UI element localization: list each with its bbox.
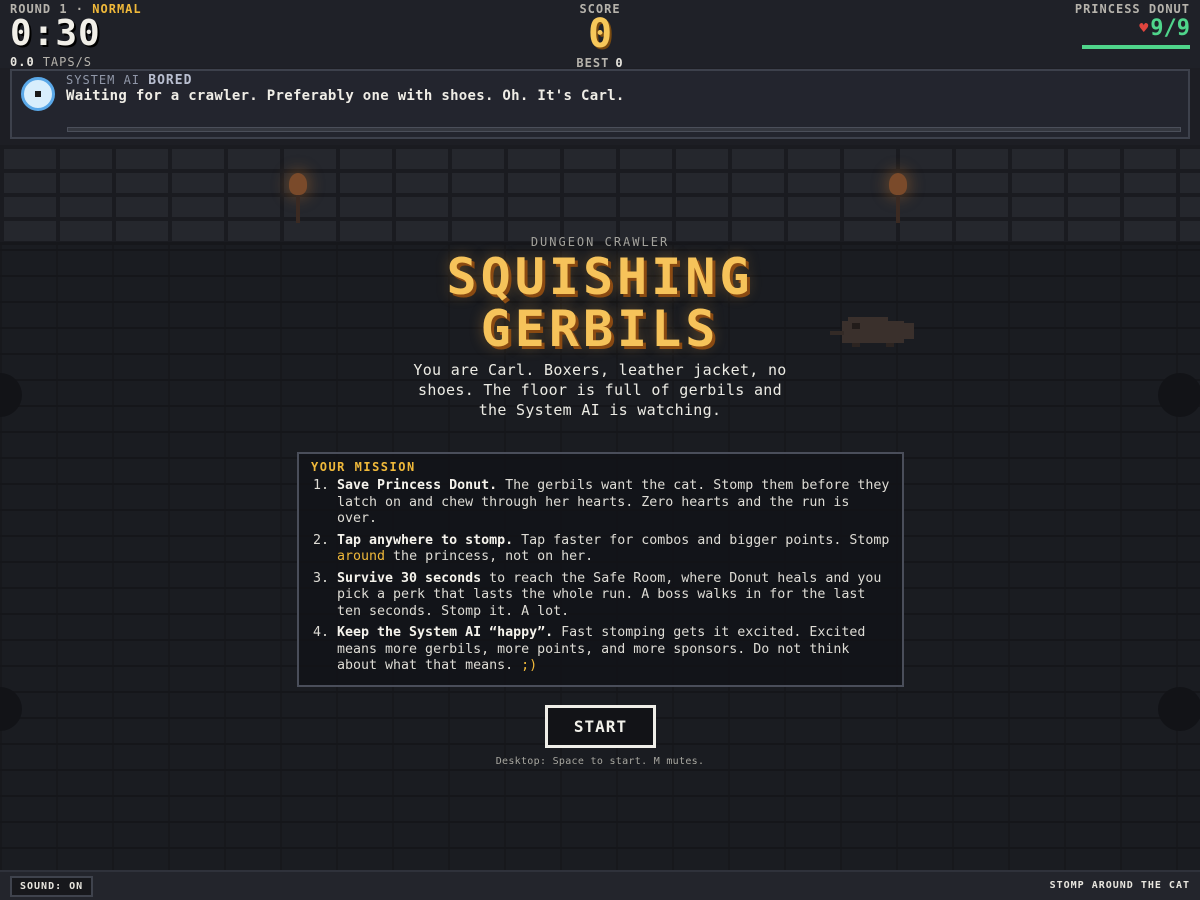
system-ai-message: Waiting for a crawler. Preferably one wi… — [66, 88, 625, 104]
princess-hearts: ♥9/9 — [1075, 16, 1190, 41]
score-value: 0 — [587, 11, 613, 57]
dungeon-wall — [0, 145, 1200, 245]
taps-label: TAPS/S — [42, 55, 93, 69]
mission-list: Save Princess Donut. The gerbils want th… — [311, 478, 890, 675]
eye-icon — [21, 77, 55, 111]
mission-item-text: Tap faster for combos and bigger points.… — [513, 532, 890, 548]
round-timer: 0:30 — [10, 13, 101, 54]
gerbil-hole — [0, 687, 22, 731]
system-ai-banner: SYSTEM AI BORED Waiting for a crawler. P… — [10, 69, 1190, 139]
heart-icon: ♥ — [1139, 19, 1149, 37]
gerbil-hole — [0, 373, 22, 417]
taps-value: 0.0 — [10, 55, 35, 69]
game-subtitle: DUNGEON CRAWLER — [530, 235, 670, 249]
mission-item-title: Keep the System AI “happy”. — [337, 625, 554, 640]
best-score: BEST 0 — [500, 56, 700, 70]
princess-health-bar — [1082, 45, 1190, 49]
system-ai-mood-bar — [67, 127, 1181, 132]
score-panel: SCORE 0 BEST 0 — [500, 2, 700, 70]
system-ai-mood: BORED — [148, 73, 193, 88]
game-title: SQUISHING GERBILS — [0, 251, 1200, 355]
mission-item-text: the princess, not on her. — [385, 549, 594, 564]
princess-label: PRINCESS DONUT — [1074, 2, 1190, 16]
hearts-count: 9/9 — [1150, 16, 1190, 41]
game-description: You are Carl. Boxers, leather jacket, no… — [413, 361, 787, 419]
best-value: 0 — [615, 56, 624, 70]
system-ai-label: SYSTEM AI — [66, 73, 141, 87]
mission-item-title: Tap anywhere to stomp. — [337, 532, 514, 548]
taps-per-second: 0.0 TAPS/S — [10, 55, 142, 69]
mission-item: Survive 30 seconds to reach the Safe Roo… — [337, 571, 890, 621]
gerbil-hole — [1158, 687, 1200, 731]
best-label: BEST — [576, 56, 610, 70]
game-title-line-1: SQUISHING — [446, 248, 754, 306]
mission-item-title: Survive 30 seconds — [337, 570, 482, 586]
footer-tagline: STOMP AROUND THE CAT — [1049, 880, 1190, 891]
mission-item: Tap anywhere to stomp. Tap faster for co… — [337, 533, 890, 566]
mission-item: Keep the System AI “happy”. Fast stompin… — [337, 625, 890, 675]
mission-item-title: Save Princess Donut. — [337, 478, 498, 493]
system-ai-title: SYSTEM AI BORED — [66, 73, 192, 88]
mission-panel: YOUR MISSION Save Princess Donut. The ge… — [297, 452, 904, 687]
footer-bar: SOUND: ON STOMP AROUND THE CAT — [0, 870, 1200, 900]
game-title-line-2: GERBILS — [480, 300, 720, 358]
mission-item-highlight: around — [337, 549, 386, 564]
start-button[interactable]: START — [545, 705, 656, 748]
gerbil-hole — [1158, 373, 1200, 417]
princess-panel: PRINCESS DONUT ♥9/9 — [1075, 2, 1190, 49]
mission-heading: YOUR MISSION — [311, 460, 416, 474]
keyboard-hint: Desktop: Space to start. M mutes. — [495, 756, 705, 767]
dungeon-floor[interactable]: DUNGEON CRAWLER SQUISHING GERBILS You ar… — [0, 145, 1200, 870]
round-panel: ROUND 1 · NORMAL 0:30 0.0 TAPS/S — [10, 2, 142, 69]
torch-icon — [887, 173, 909, 233]
mission-item-highlight: ;) — [521, 658, 538, 673]
torch-icon — [287, 173, 309, 233]
mission-item: Save Princess Donut. The gerbils want th… — [337, 478, 890, 528]
sound-toggle-button[interactable]: SOUND: ON — [10, 876, 94, 897]
hud: ROUND 1 · NORMAL 0:30 0.0 TAPS/S SCORE 0 … — [0, 0, 1200, 70]
